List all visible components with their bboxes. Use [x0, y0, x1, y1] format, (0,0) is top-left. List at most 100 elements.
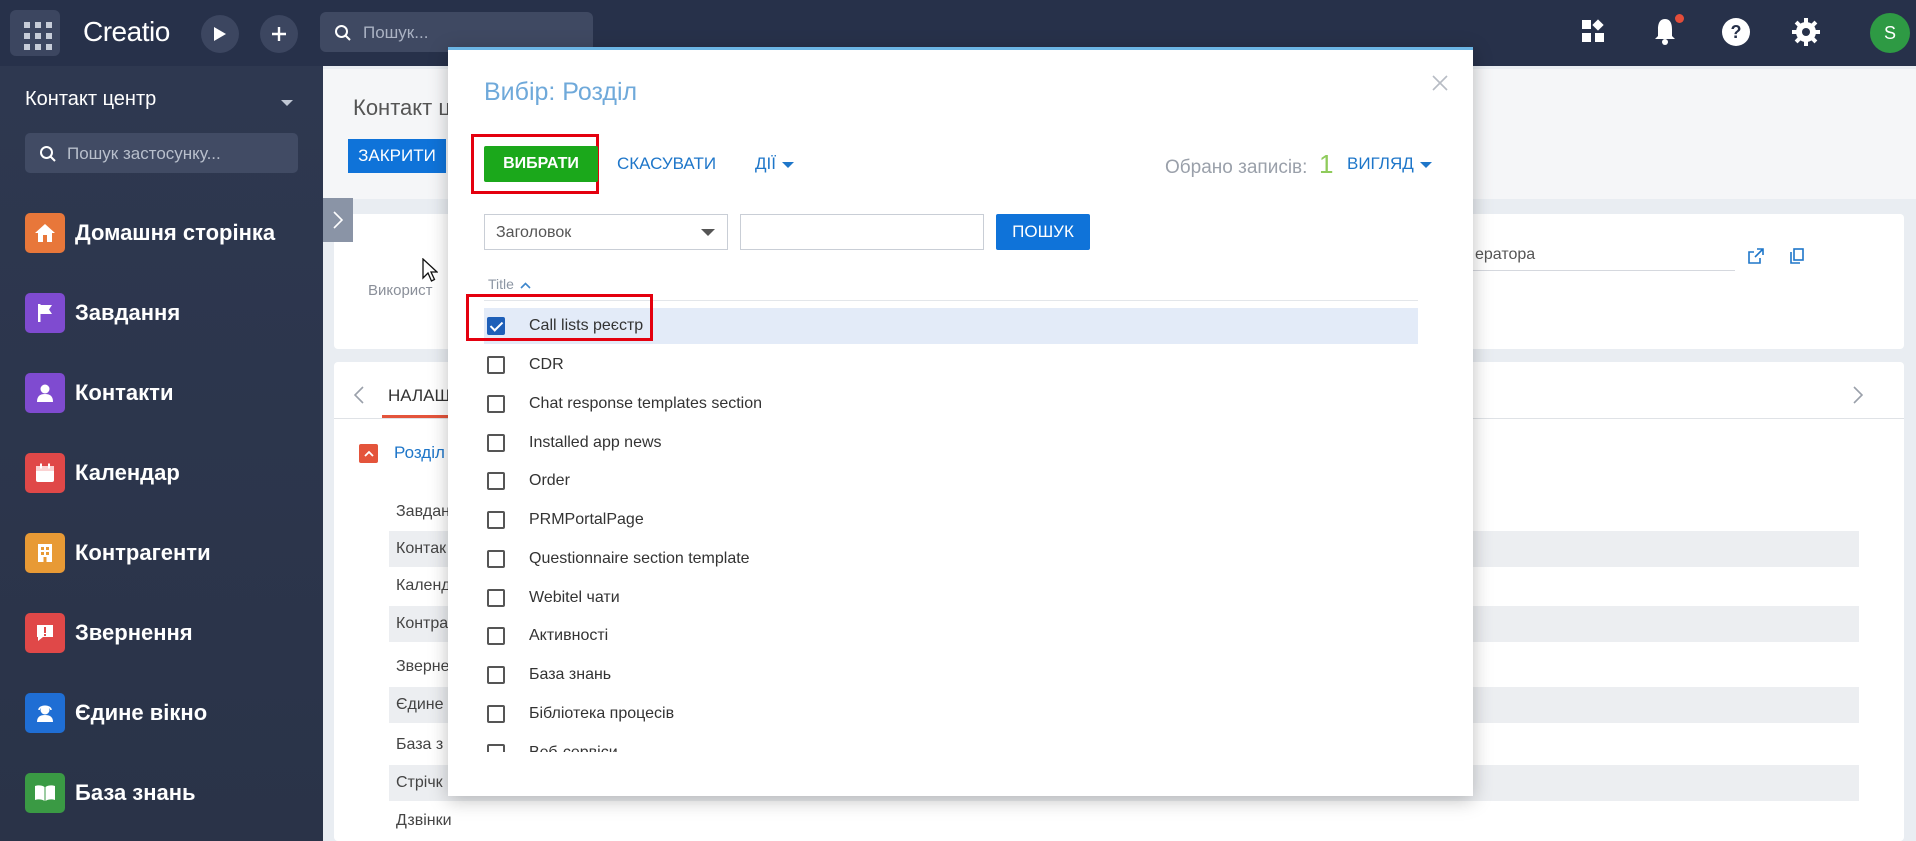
- table-row[interactable]: Webitel чати: [484, 580, 1418, 616]
- search-icon: [40, 146, 56, 162]
- row-checkbox[interactable]: [487, 550, 505, 568]
- chevron-down-icon: [701, 229, 715, 236]
- row-title: Бібліотека процесів: [529, 705, 675, 722]
- sidebar-item-tasks[interactable]: Завдання: [25, 293, 315, 333]
- alert-icon: [25, 613, 65, 653]
- add-record-button[interactable]: [260, 15, 298, 53]
- gear-icon[interactable]: [1791, 17, 1821, 54]
- row-checkbox[interactable]: [487, 627, 505, 645]
- table-row[interactable]: PRMPortalPage: [484, 502, 1418, 538]
- operator-field-value: ератора: [1475, 246, 1536, 263]
- row-title: Webitel чати: [529, 589, 620, 606]
- row-title: Активності: [529, 627, 609, 644]
- row-title: Order: [529, 472, 570, 489]
- row-checkbox[interactable]: [487, 589, 505, 607]
- copy-icon[interactable]: [1790, 248, 1804, 269]
- sidebar-item-home[interactable]: Домашня сторінка: [25, 213, 315, 253]
- row-checkbox[interactable]: [487, 666, 505, 684]
- chevron-down-icon[interactable]: [281, 100, 293, 106]
- view-dropdown[interactable]: ВИГЛЯД: [1347, 154, 1432, 174]
- row-checkbox[interactable]: [487, 705, 505, 723]
- records-list: Call lists реєстр CDR Chat response temp…: [484, 308, 1418, 752]
- app-search-placeholder: Пошук застосунку...: [67, 144, 221, 163]
- sidebar-item-label: Звернення: [75, 620, 193, 645]
- workspace-title[interactable]: Контакт центр: [25, 88, 156, 111]
- user-avatar[interactable]: S: [1870, 13, 1910, 53]
- row-checkbox[interactable]: [487, 356, 505, 374]
- sidebar: Контакт центр Пошук застосунку... Домашн…: [0, 66, 323, 841]
- sidebar-item-label: Домашня сторінка: [75, 220, 276, 245]
- sidebar-item-label: База знань: [75, 780, 196, 805]
- creatio-logo: Creatio: [83, 16, 170, 47]
- filter-value-input[interactable]: [740, 214, 984, 250]
- column-header-title[interactable]: Title: [488, 276, 531, 292]
- sidebar-item-label: Завдання: [75, 300, 181, 325]
- home-icon: [25, 213, 65, 253]
- search-icon: [335, 25, 351, 41]
- table-row[interactable]: Chat response templates section: [484, 386, 1418, 422]
- row-title: CDR: [529, 356, 564, 373]
- table-row[interactable]: Веб-сервіси: [484, 735, 1418, 752]
- table-row[interactable]: Активності: [484, 618, 1418, 654]
- table-row[interactable]: Questionnaire section template: [484, 541, 1418, 577]
- help-icon[interactable]: ?: [1721, 17, 1751, 54]
- row-title: Installed app news: [529, 434, 662, 451]
- view-label: ВИГЛЯД: [1347, 154, 1414, 173]
- close-icon[interactable]: [1432, 67, 1448, 98]
- cancel-button[interactable]: СКАСУВАТИ: [617, 154, 716, 174]
- table-row[interactable]: CDR: [484, 347, 1418, 383]
- row-checkbox[interactable]: [487, 395, 505, 413]
- select-button[interactable]: ВИБРАТИ: [484, 146, 598, 182]
- selected-count: 1: [1319, 149, 1334, 179]
- list-item[interactable]: Дзвінки: [389, 803, 1859, 839]
- sidebar-item-accounts[interactable]: Контрагенти: [25, 533, 315, 573]
- global-search[interactable]: Пошук...: [320, 12, 593, 52]
- tab-settings[interactable]: НАЛАШ: [388, 386, 450, 406]
- mouse-cursor-icon: [422, 258, 438, 282]
- sidebar-item-knowledge-base[interactable]: База знань: [25, 773, 315, 813]
- field-underline: [1455, 270, 1735, 271]
- calendar-icon: [25, 453, 65, 493]
- sidebar-item-cases[interactable]: Звернення: [25, 613, 315, 653]
- sidebar-item-contacts[interactable]: Контакти: [25, 373, 315, 413]
- person-icon: [25, 373, 65, 413]
- row-checkbox[interactable]: [487, 434, 505, 452]
- run-process-button[interactable]: [201, 15, 239, 53]
- lookup-dialog: Вибір: Розділ ВИБРАТИ СКАСУВАТИ ДІЇ Обра…: [448, 47, 1473, 796]
- flag-icon: [25, 293, 65, 333]
- sidebar-item-agent-desktop[interactable]: Єдине вікно: [25, 693, 315, 733]
- row-checkbox[interactable]: [487, 511, 505, 529]
- widgets-icon[interactable]: [1580, 18, 1606, 51]
- sort-asc-icon: [520, 278, 531, 292]
- search-button[interactable]: ПОШУК: [996, 214, 1090, 250]
- play-icon: [214, 27, 226, 41]
- table-row[interactable]: Бібліотека процесів: [484, 696, 1418, 732]
- book-icon: [25, 773, 65, 813]
- sidebar-item-label: Контрагенти: [75, 540, 211, 565]
- table-row[interactable]: База знань: [484, 657, 1418, 693]
- collapse-group-icon[interactable]: [359, 444, 378, 463]
- table-row[interactable]: Order: [484, 463, 1418, 499]
- bell-icon[interactable]: [1653, 17, 1677, 52]
- building-icon: [25, 533, 65, 573]
- actions-dropdown[interactable]: ДІЇ: [755, 154, 794, 174]
- svg-text:?: ?: [1731, 22, 1742, 42]
- page-title: Контакт ц: [353, 95, 451, 120]
- row-checkbox[interactable]: [487, 472, 505, 490]
- app-search-input[interactable]: Пошук застосунку...: [25, 133, 298, 173]
- group-title[interactable]: Розділ: [394, 443, 445, 463]
- open-link-icon[interactable]: [1748, 248, 1764, 269]
- sidebar-item-calendar[interactable]: Календар: [25, 453, 315, 493]
- table-row[interactable]: Installed app news: [484, 425, 1418, 461]
- user-field-label: Використ: [368, 282, 433, 299]
- chevron-right-icon[interactable]: [1853, 384, 1864, 410]
- row-checkbox[interactable]: [487, 744, 505, 752]
- app-launcher-icon[interactable]: [10, 10, 60, 56]
- chevron-down-icon: [1419, 161, 1432, 168]
- row-title: База знань: [529, 666, 612, 683]
- close-page-button[interactable]: ЗАКРИТИ: [348, 139, 446, 173]
- agent-icon: [25, 693, 65, 733]
- expand-panel-button[interactable]: [323, 198, 353, 242]
- filter-column-select[interactable]: Заголовок: [484, 214, 728, 250]
- chevron-left-icon[interactable]: [353, 384, 364, 410]
